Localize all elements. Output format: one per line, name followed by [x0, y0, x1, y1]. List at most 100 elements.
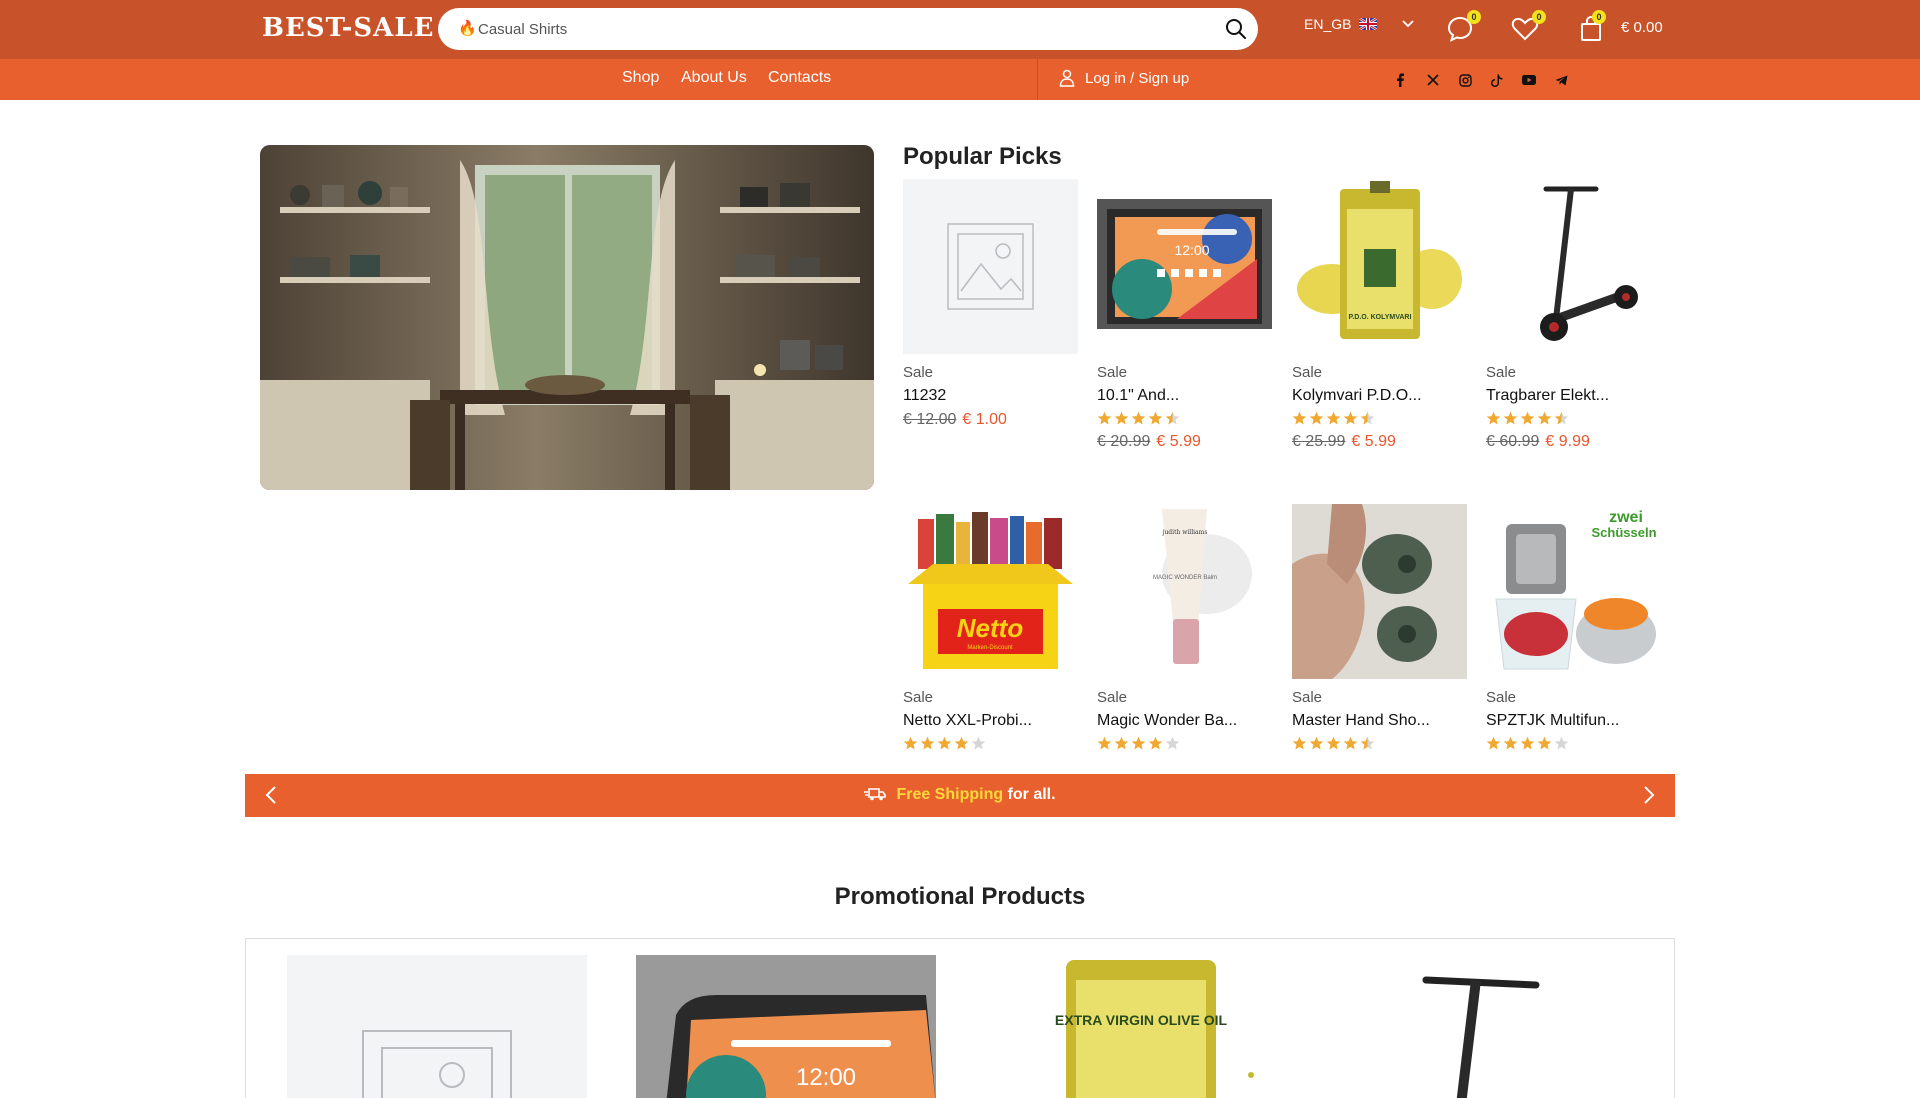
search-bar[interactable]: 🔥 — [438, 8, 1258, 50]
product-image[interactable]: judith williams MAGIC WONDER Balm — [1097, 504, 1272, 679]
promo-product-image[interactable]: 12:00 — [636, 955, 936, 1098]
star-icon — [1360, 736, 1375, 750]
nav-shop[interactable]: Shop — [622, 69, 659, 87]
shipping-rest: for all. — [1003, 786, 1056, 803]
image-placeholder-icon — [362, 1030, 512, 1098]
balm-tube-photo: judith williams MAGIC WONDER Balm — [1153, 509, 1252, 664]
site-logo[interactable]: BEST-SALE — [262, 13, 434, 43]
uk-flag-icon — [1359, 18, 1378, 30]
hero-banner-image[interactable] — [260, 145, 874, 490]
wishlist-button[interactable]: 0 — [1509, 10, 1546, 45]
tablet-clock: 12:00 — [796, 1064, 856, 1091]
shipping-highlight: Free Shipping — [896, 786, 1004, 803]
sale-label: Sale — [1486, 689, 1517, 706]
star-icon — [1148, 411, 1163, 425]
star-icon — [1360, 411, 1375, 425]
cart-button[interactable]: 0 — [1576, 10, 1608, 45]
cart-total[interactable]: € 0.00 — [1621, 19, 1663, 36]
old-price: € 20.99 — [1097, 433, 1151, 450]
e-scooter-photo — [1540, 186, 1638, 341]
star-icon — [1554, 411, 1569, 425]
product-card[interactable]: Sale 11232 € 12.00 € 1.00 — [903, 179, 1078, 429]
sale-label: Sale — [1097, 364, 1128, 381]
wishlist-badge: 0 — [1532, 10, 1546, 24]
star-icon — [1537, 411, 1552, 425]
rating-stars — [1486, 411, 1661, 427]
search-input[interactable] — [478, 8, 1178, 50]
product-image-placeholder[interactable] — [903, 179, 1078, 354]
product-name[interactable]: Magic Wonder Ba... — [1097, 712, 1272, 730]
search-icon[interactable] — [1222, 15, 1250, 43]
star-icon — [1343, 736, 1358, 750]
x-icon[interactable] — [1425, 72, 1441, 88]
product-name[interactable]: Tragbarer Elekt... — [1486, 387, 1661, 405]
tablet-clock: 12:00 — [1174, 242, 1209, 258]
product-image[interactable]: Netto Marken-Discount — [903, 504, 1078, 679]
promo-product-image[interactable]: EXTRA VIRGIN OLIVE OIL — [986, 955, 1286, 1098]
product-name[interactable]: Master Hand Sho... — [1292, 712, 1467, 730]
product-image[interactable] — [1486, 179, 1661, 354]
star-icon — [1165, 411, 1180, 425]
rating-stars — [1292, 736, 1467, 752]
star-icon — [903, 736, 918, 750]
product-card[interactable]: Netto Marken-Discount Sale Netto XXL-Pro… — [903, 504, 1078, 752]
language-selector[interactable]: EN_GB — [1304, 16, 1415, 32]
telegram-icon[interactable] — [1553, 72, 1569, 88]
main-nav: Shop About Us Contacts Log in / Sign up — [0, 59, 1920, 100]
instagram-icon[interactable] — [1457, 72, 1473, 88]
product-image[interactable]: zwei Schüsseln — [1486, 504, 1661, 679]
product-card[interactable]: Sale Tragbarer Elekt... € 60.99 € 9.99 — [1486, 179, 1661, 451]
login-link[interactable]: Log in / Sign up — [1059, 69, 1189, 87]
star-icon — [937, 736, 952, 750]
star-icon — [1503, 411, 1518, 425]
star-icon — [1309, 411, 1324, 425]
star-icon — [1097, 411, 1112, 425]
food-chopper-photo: zwei Schüsseln — [1495, 509, 1657, 670]
product-name[interactable]: SPZTJK Multifun... — [1486, 712, 1661, 730]
balm-name-text: MAGIC WONDER Balm — [1153, 575, 1217, 581]
product-card[interactable]: 12:00 Sale 10.1" And... € 20.99 € 5.99 — [1097, 179, 1272, 451]
product-name[interactable]: 11232 — [903, 387, 1078, 405]
star-icon — [1537, 736, 1552, 750]
sale-price: € 9.99 — [1545, 433, 1590, 450]
youtube-icon[interactable] — [1521, 72, 1537, 88]
product-price: € 12.00 € 1.00 — [903, 411, 1078, 429]
product-name[interactable]: Netto XXL-Probi... — [903, 712, 1078, 730]
old-price: € 25.99 — [1292, 433, 1346, 450]
messages-badge: 0 — [1467, 10, 1481, 24]
product-image[interactable]: 12:00 — [1097, 179, 1272, 354]
product-image[interactable]: P.D.O. KOLYMVARI — [1292, 179, 1467, 354]
star-icon — [1503, 736, 1518, 750]
product-card[interactable]: judith williams MAGIC WONDER Balm Sale M… — [1097, 504, 1272, 752]
product-image[interactable] — [1292, 504, 1467, 679]
sale-label: Sale — [903, 364, 934, 381]
promo-product-image[interactable] — [287, 955, 587, 1098]
facebook-icon[interactable] — [1392, 72, 1408, 88]
chevron-down-icon[interactable] — [1401, 17, 1415, 31]
product-name[interactable]: 10.1" And... — [1097, 387, 1272, 405]
star-icon — [954, 736, 969, 750]
cart-badge: 0 — [1592, 10, 1606, 24]
nav-contacts[interactable]: Contacts — [768, 69, 831, 87]
star-icon — [971, 736, 986, 750]
image-placeholder-icon — [947, 223, 1034, 310]
chevron-right-icon[interactable] — [1637, 784, 1659, 806]
product-price: € 25.99 € 5.99 — [1292, 433, 1467, 451]
oil-label: P.D.O. KOLYMVARI — [1349, 314, 1412, 321]
promo-product-image[interactable] — [1336, 955, 1636, 1098]
messages-button[interactable]: 0 — [1444, 10, 1481, 45]
star-icon — [1326, 411, 1341, 425]
star-icon — [1554, 736, 1569, 750]
old-price: € 12.00 — [903, 411, 957, 428]
product-card[interactable]: P.D.O. KOLYMVARI Sale Kolymvari P.D.O...… — [1292, 179, 1467, 451]
promotional-products-carousel: 12:00 EXTRA VIRGIN OLIVE OIL — [245, 938, 1675, 1098]
tiktok-icon[interactable] — [1489, 72, 1505, 88]
product-card[interactable]: zwei Schüsseln Sale SPZTJK Multifun... — [1486, 504, 1661, 752]
sale-price: € 5.99 — [1156, 433, 1201, 450]
sale-label: Sale — [1486, 364, 1517, 381]
product-card[interactable]: Sale Master Hand Sho... — [1292, 504, 1467, 752]
nav-about[interactable]: About Us — [681, 69, 747, 87]
star-icon — [1165, 736, 1180, 750]
product-price: € 20.99 € 5.99 — [1097, 433, 1272, 451]
product-name[interactable]: Kolymvari P.D.O... — [1292, 387, 1467, 405]
